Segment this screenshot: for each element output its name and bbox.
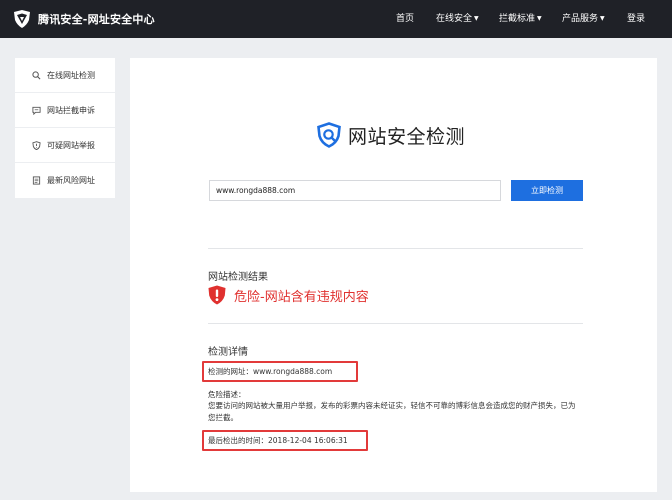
details-title: 检测详情 <box>208 347 248 358</box>
danger-desc-text: 您要访问的网站被大量用户举报，发布的彩票内容未经证实，轻信不可靠的博彩信息会造成… <box>208 401 576 422</box>
nav-block-standard-label: 拦截标准 <box>499 14 536 24</box>
brand-title: 腾讯安全-网址安全中心 <box>38 13 155 26</box>
nav-home[interactable]: 首页 <box>396 12 414 26</box>
chevron-down-icon: ▼ <box>474 15 479 22</box>
nav-home-label: 首页 <box>396 14 415 24</box>
main-panel: 网站安全检测 立即检测 网站检测结果 危险-网站含有违规内容 检测详情 检测的网… <box>130 58 657 492</box>
hero-heading: 网站安全检测 <box>316 120 465 150</box>
sidebar-item-appeal[interactable]: 网站拦截申诉 <box>15 93 115 128</box>
check-now-button[interactable]: 立即检测 <box>511 180 583 201</box>
nav-online-security[interactable]: 在线安全 ▼ <box>436 12 479 26</box>
last-detected-value: 2018-12-04 16:06:31 <box>268 436 348 445</box>
top-navbar: 腾讯安全-网址安全中心 首页 在线安全 ▼ 拦截标准 ▼ 产品服务 ▼ 登录 <box>0 0 672 38</box>
security-check-icon <box>317 122 341 148</box>
last-detected-line: 最后检出的时间：2018-12-04 16:06:31 <box>208 435 348 446</box>
divider <box>208 323 583 324</box>
sidebar-item-label: 可疑网站举报 <box>47 140 95 150</box>
danger-desc-label: 危险描述： <box>208 390 246 399</box>
sidebar-item-latest-risk[interactable]: 最新风险网址 <box>15 163 115 198</box>
nav-block-standard[interactable]: 拦截标准 ▼ <box>499 12 542 26</box>
checked-url-value: www.rongda888.com <box>253 367 333 376</box>
result-title: 网站检测结果 <box>208 272 268 283</box>
sidebar-item-report[interactable]: 可疑网站举报 <box>15 128 115 163</box>
sidebar: 在线网址检测 网站拦截申诉 可疑网站举报 最新风险网址 <box>15 58 115 198</box>
search-icon <box>32 70 41 79</box>
url-input[interactable] <box>209 180 501 201</box>
nav-login-label: 登录 <box>627 14 646 24</box>
danger-status-text: 危险-网站含有违规内容 <box>234 289 369 305</box>
nav-online-security-label: 在线安全 <box>436 14 473 24</box>
checked-url-line: 检测的网址：www.rongda888.com <box>208 366 332 377</box>
sidebar-item-label: 网站拦截申诉 <box>47 105 95 115</box>
sidebar-item-label: 最新风险网址 <box>47 176 95 185</box>
chevron-down-icon: ▼ <box>600 15 605 22</box>
message-icon <box>32 106 41 115</box>
document-icon <box>32 176 41 185</box>
divider <box>208 248 583 249</box>
nav-products-label: 产品服务 <box>562 14 599 24</box>
brand-logo-link[interactable]: 腾讯安全-网址安全中心 <box>12 8 155 30</box>
tencent-shield-logo-icon <box>14 10 30 28</box>
nav-login[interactable]: 登录 <box>627 12 645 26</box>
page-title: 网站安全检测 <box>348 125 466 148</box>
danger-shield-icon <box>208 285 226 305</box>
last-detected-label: 最后检出的时间： <box>208 436 268 445</box>
sidebar-item-url-check[interactable]: 在线网址检测 <box>15 58 115 93</box>
checked-url-label: 检测的网址： <box>208 367 253 376</box>
shield-icon <box>32 140 41 150</box>
chevron-down-icon: ▼ <box>537 15 542 22</box>
sidebar-item-label: 在线网址检测 <box>47 70 95 80</box>
danger-status: 危险-网站含有违规内容 <box>208 285 369 305</box>
nav-products[interactable]: 产品服务 ▼ <box>562 12 605 26</box>
